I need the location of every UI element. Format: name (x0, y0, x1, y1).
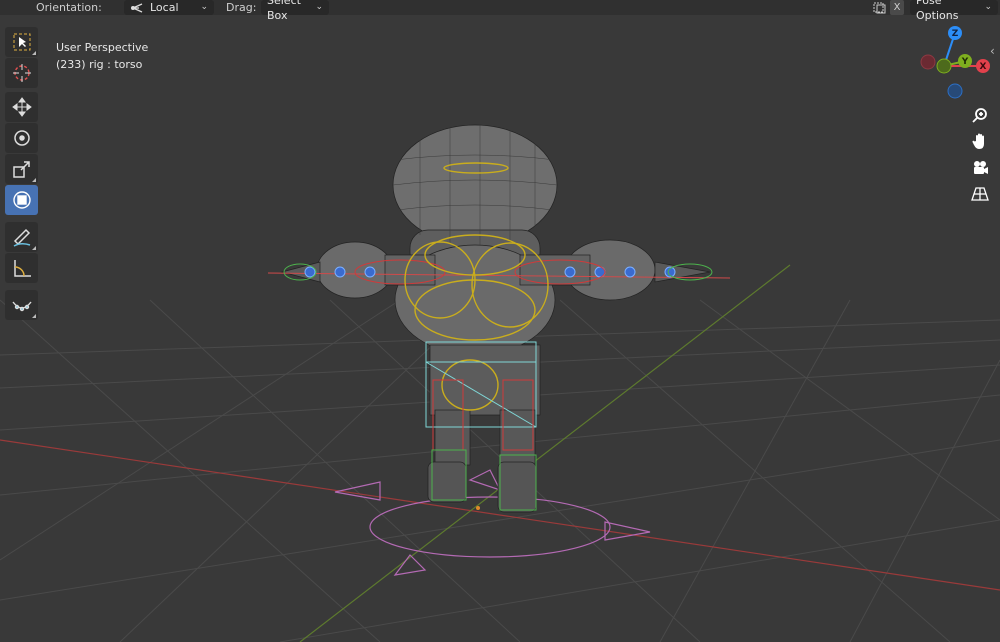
cursor-icon (12, 64, 31, 82)
sidebar-collapse-arrow-icon[interactable]: ‹ (990, 44, 995, 58)
tool-submenu-corner (32, 314, 36, 318)
neg-x-axis-ball[interactable] (920, 54, 936, 70)
rotate-icon (13, 130, 30, 146)
hand-pan-icon (972, 133, 984, 149)
tool-submenu-corner (32, 178, 36, 182)
pose-options-dropdown[interactable]: Pose Options ⌄ (910, 0, 998, 22)
chevron-down-icon: ⌄ (984, 2, 992, 12)
viewport-header: Orientation: Local ⌄ Drag: Select Box ⌄ … (0, 0, 1000, 22)
rotate-tool[interactable] (5, 123, 38, 153)
move-icon (11, 97, 32, 117)
select-box-tool[interactable] (5, 27, 38, 57)
drag-label: Drag: (226, 1, 257, 14)
pan-button[interactable] (966, 128, 994, 154)
grid-perspective-icon (971, 187, 989, 201)
curve-icon (11, 301, 32, 312)
camera-icon (974, 161, 988, 174)
mirror-x-button[interactable]: X (890, 0, 904, 15)
move-tool[interactable] (5, 92, 38, 122)
active-object-label: (233) rig : torso (56, 58, 143, 71)
orientation-label: Orientation: (36, 1, 102, 14)
xray-icon (873, 2, 885, 13)
view-mode-label: User Perspective (56, 41, 149, 54)
orientation-value: Local (150, 1, 179, 14)
scene-canvas[interactable] (0, 15, 1000, 642)
camera-view-button[interactable] (966, 155, 994, 181)
root-control[interactable] (334, 469, 651, 576)
xray-toggle-button[interactable] (870, 0, 888, 15)
3d-viewport[interactable]: User Perspective (233) rig : torso Z Y X… (0, 15, 1000, 642)
cursor-tool[interactable] (5, 58, 38, 88)
drag-dropdown[interactable]: Select Box ⌄ (261, 0, 329, 22)
transform-icon (12, 191, 31, 209)
zoom-button[interactable] (966, 102, 994, 128)
chevron-down-icon: ⌄ (315, 2, 323, 12)
measure-tool[interactable] (5, 253, 38, 283)
z-axis-label: Z (952, 29, 959, 39)
relax-tool[interactable] (5, 290, 38, 320)
scale-tool[interactable] (5, 154, 38, 184)
orientation-icon (131, 2, 143, 13)
orientation-dropdown[interactable]: Local ⌄ (124, 0, 214, 15)
measure-icon (13, 260, 31, 277)
annotate-tool[interactable] (5, 222, 38, 252)
perspective-toggle-button[interactable] (966, 181, 994, 207)
zoom-icon (972, 108, 987, 123)
scale-icon (12, 161, 30, 178)
navigation-gizmo[interactable]: Z Y X (918, 25, 998, 105)
transform-tool[interactable] (5, 185, 38, 215)
y-axis-label: Y (961, 57, 969, 67)
chevron-down-icon: ⌄ (200, 2, 208, 12)
x-axis-label: X (980, 62, 987, 72)
annotate-icon (13, 228, 30, 247)
tool-submenu-corner (32, 51, 36, 55)
select-box-icon (13, 33, 30, 51)
neg-z-axis-ball[interactable] (947, 83, 963, 99)
tool-submenu-corner (32, 246, 36, 250)
neg-y-axis-ball[interactable] (936, 58, 952, 74)
